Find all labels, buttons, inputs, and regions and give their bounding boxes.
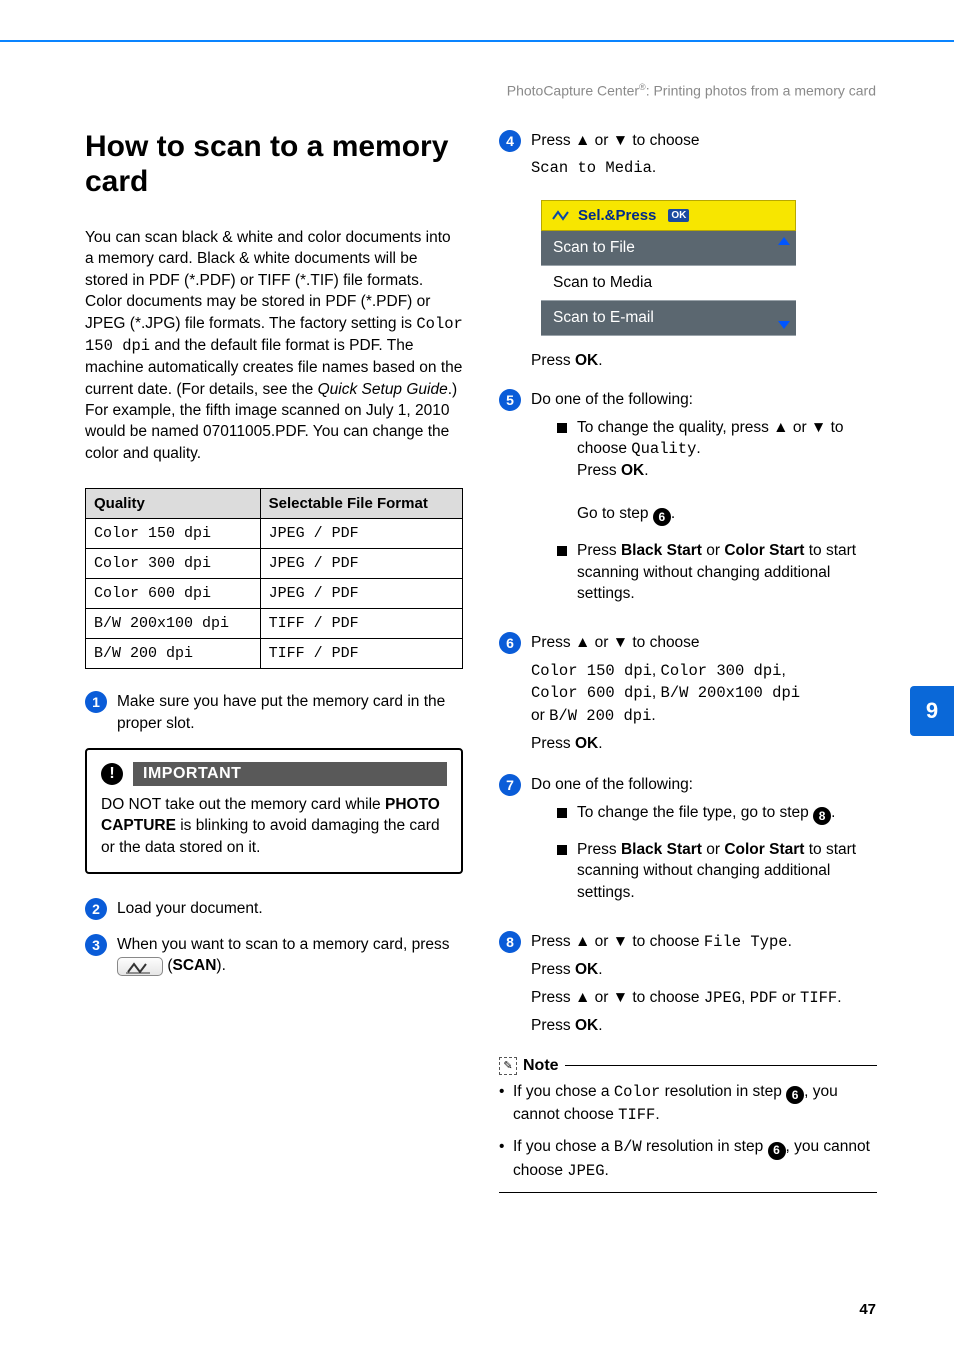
chevron-up-icon [778,237,790,245]
cell-quality: B/W 200 dpi [86,639,261,669]
running-head: PhotoCapture Center®: Printing photos fr… [507,82,876,99]
step-2: 2 Load your document. [85,898,463,920]
page-title: How to scan to a memory card [85,130,463,199]
step-4-press-ok: Press OK. [531,350,877,371]
step-badge-1: 1 [85,691,107,713]
running-head-prefix: PhotoCapture Center [507,83,639,99]
note-box: ✎ Note If you chose a Color resolution i… [499,1057,877,1193]
scan-key-icon [117,957,163,976]
table-row: Color 300 dpiJPEG / PDF [86,549,463,579]
right-column: 4 Press ▲ or ▼ to choose Scan to Media. … [499,130,877,1193]
step-8-text: Press ▲ or ▼ to choose File Type. Press … [525,931,877,1043]
step-4-text: Press ▲ or ▼ to choose Scan to Media. [525,130,877,186]
step-7: 7 Do one of the following: To change the… [499,774,877,917]
cell-format: JPEG / PDF [260,579,462,609]
step-badge-8: 8 [499,931,521,953]
step-badge-6: 6 [499,632,521,654]
bullet-item: Press Black Start or Color Start to star… [557,839,877,903]
chapter-tab: 9 [910,686,954,736]
exclamation-icon: ! [101,763,123,785]
bullet-item: To change the quality, press ▲ or ▼ to c… [557,417,877,527]
important-text: DO NOT take out the memory card while PH… [101,794,447,858]
table-row: Color 150 dpiJPEG / PDF [86,519,463,549]
note-icon: ✎ [499,1057,517,1075]
cell-quality: B/W 200x100 dpi [86,609,261,639]
step-3: 3 When you want to scan to a memory card… [85,934,463,977]
step-ref-6: 6 [786,1086,804,1104]
step-6-text: Press ▲ or ▼ to choose Color 150 dpi, Co… [525,632,877,760]
note-bottom-rule [499,1192,877,1193]
note-item: If you chose a B/W resolution in step 6,… [499,1136,877,1182]
step-7-text: Do one of the following: To change the f… [525,774,877,917]
step-2-text: Load your document. [111,898,463,919]
lcd-row-label: Scan to Media [553,274,652,291]
step-3-text: When you want to scan to a memory card, … [111,934,463,977]
lcd-row: Scan to File [541,231,796,266]
step-1: 1 Make sure you have put the memory card… [85,691,463,734]
left-column: How to scan to a memory card You can sca… [85,130,463,1193]
step-8: 8 Press ▲ or ▼ to choose File Type. Pres… [499,931,877,1043]
top-rule [0,40,954,42]
important-title: IMPORTANT [133,762,447,786]
cell-format: TIFF / PDF [260,609,462,639]
cell-format: TIFF / PDF [260,639,462,669]
lcd-row-selected: Scan to Media [541,266,796,301]
cell-format: JPEG / PDF [260,549,462,579]
table-row: Color 600 dpiJPEG / PDF [86,579,463,609]
cell-quality: Color 150 dpi [86,519,261,549]
cell-format: JPEG / PDF [260,519,462,549]
intro-em: Quick Setup Guide [318,381,448,398]
table-row: B/W 200x100 dpiTIFF / PDF [86,609,463,639]
lcd-row: Scan to E-mail [541,301,796,336]
step-4: 4 Press ▲ or ▼ to choose Scan to Media. [499,130,877,186]
th-format: Selectable File Format [260,489,462,519]
intro-text-a: You can scan black & white and color doc… [85,229,451,332]
important-box: ! IMPORTANT DO NOT take out the memory c… [85,748,463,874]
step-ref-8: 8 [813,807,831,825]
table-row: B/W 200 dpiTIFF / PDF [86,639,463,669]
lcd-row-label: Scan to E-mail [553,309,654,326]
step-badge-4: 4 [499,130,521,152]
cell-quality: Color 300 dpi [86,549,261,579]
step-5: 5 Do one of the following: To change the… [499,389,877,618]
running-head-suffix: : Printing photos from a memory card [646,83,876,99]
intro-paragraph: You can scan black & white and color doc… [85,227,463,464]
chevron-down-icon [778,321,790,329]
scan-icon [552,209,570,221]
lcd-header-text: Sel.&Press [578,207,656,224]
step-5-text: Do one of the following: To change the q… [525,389,877,618]
lcd-screenshot: Sel.&Press OK Scan to File Scan to Media… [541,200,796,336]
step-ref-6: 6 [768,1142,786,1160]
quality-table: Quality Selectable File Format Color 150… [85,488,463,669]
lcd-ok-badge: OK [668,209,689,222]
note-title: Note [523,1057,559,1075]
bullet-item: Press Black Start or Color Start to star… [557,540,877,604]
step-badge-5: 5 [499,389,521,411]
step-ref-6: 6 [653,508,671,526]
running-head-sup: ® [639,82,646,92]
step-badge-3: 3 [85,934,107,956]
step-badge-2: 2 [85,898,107,920]
th-quality: Quality [86,489,261,519]
note-rule [565,1065,877,1066]
note-item: If you chose a Color resolution in step … [499,1081,877,1127]
lcd-header: Sel.&Press OK [541,200,796,231]
bullet-item: To change the file type, go to step 8. [557,802,877,825]
step-6: 6 Press ▲ or ▼ to choose Color 150 dpi, … [499,632,877,760]
cell-quality: Color 600 dpi [86,579,261,609]
step-1-text: Make sure you have put the memory card i… [111,691,463,734]
page-number: 47 [859,1301,876,1318]
step-badge-7: 7 [499,774,521,796]
lcd-row-label: Scan to File [553,239,635,256]
